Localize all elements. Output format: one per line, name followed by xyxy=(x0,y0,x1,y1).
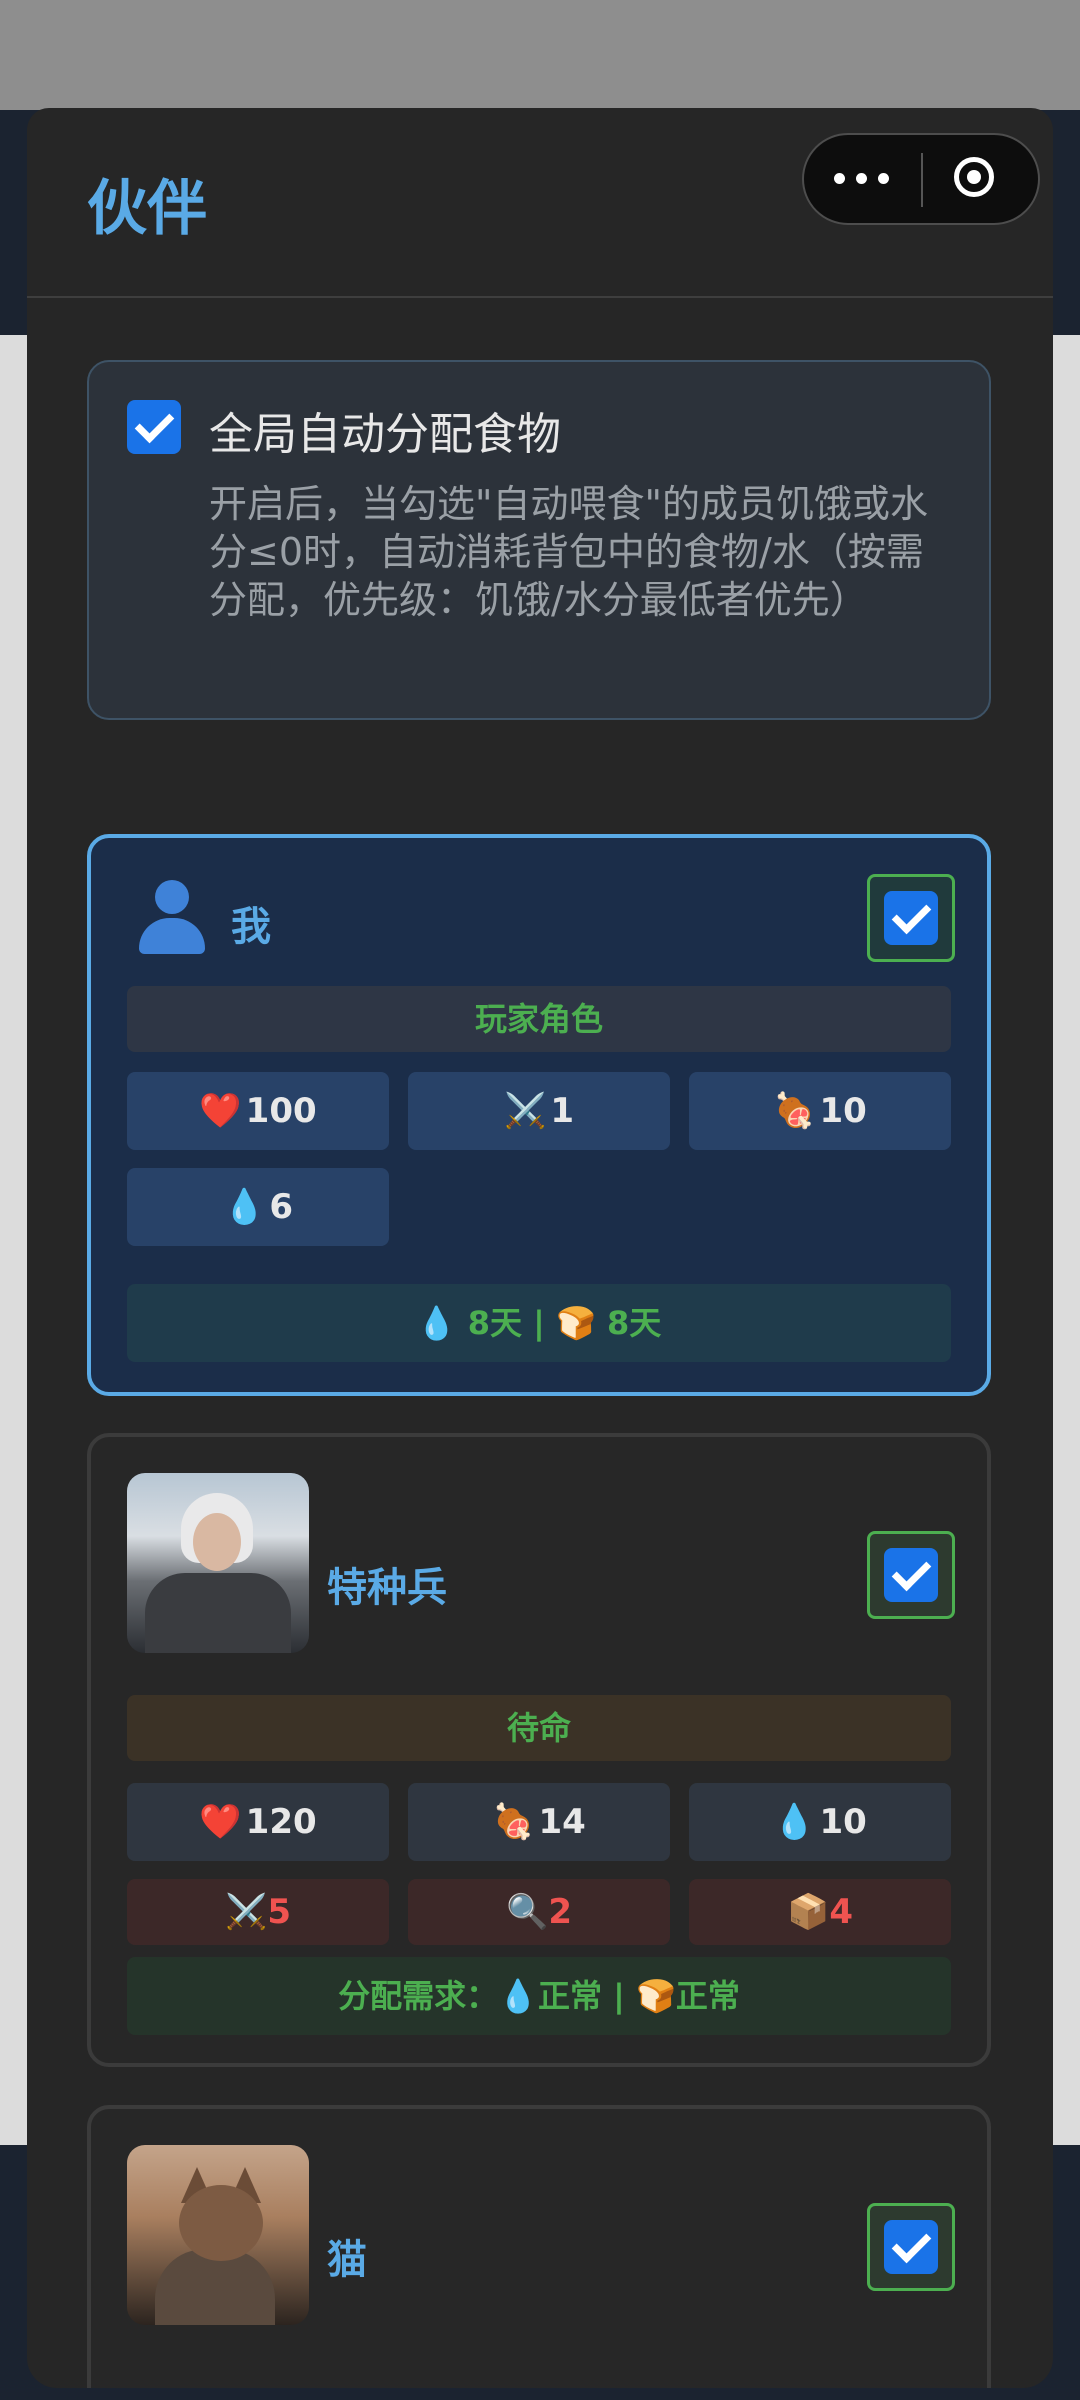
global-auto-feed-panel: 全局自动分配食物 开启后，当勾选"自动喂食"的成员饥饿或水分≤0时，自动消耗背包… xyxy=(87,360,991,720)
package-icon: 📦 xyxy=(786,1892,830,1932)
member-card-cat[interactable]: 猫 xyxy=(87,2105,991,2388)
member-card-me[interactable]: 我 玩家角色 ❤️ 100 ⚔️ 1 🍖 10 💧 6 💧 8天 | 🍞 8天 xyxy=(87,834,991,1396)
search-skill: 🔍2 xyxy=(408,1879,670,1945)
cat-portrait xyxy=(127,2145,309,2325)
member-name: 我 xyxy=(231,904,271,950)
combat-value: 5 xyxy=(267,1892,291,1932)
global-auto-feed-description: 开启后，当勾选"自动喂食"的成员饥饿或水分≤0时，自动消耗背包中的食物/水（按需… xyxy=(209,482,928,622)
water-stat: 💧 6 xyxy=(127,1168,389,1246)
carry-value: 4 xyxy=(829,1892,853,1932)
search-value: 2 xyxy=(548,1892,572,1932)
global-auto-feed-label: 全局自动分配食物 xyxy=(209,409,561,460)
member-name: 猫 xyxy=(327,2237,367,2283)
droplet-icon: 💧 xyxy=(222,1187,266,1227)
swords-icon: ⚔️ xyxy=(503,1091,547,1131)
swords-icon: ⚔️ xyxy=(224,1892,268,1932)
food-stat: 🍖 14 xyxy=(408,1783,670,1861)
water-stat: 💧 10 xyxy=(689,1783,951,1861)
auto-feed-toggle[interactable] xyxy=(867,1531,955,1619)
health-stat: ❤️ 120 xyxy=(127,1783,389,1861)
member-name: 特种兵 xyxy=(327,1565,447,1611)
capsule-divider xyxy=(921,153,923,207)
allocation-needs: 分配需求：💧正常 | 🍞正常 xyxy=(127,1957,951,2035)
soldier-portrait xyxy=(127,1473,309,1653)
health-stat: ❤️ 100 xyxy=(127,1072,389,1150)
companions-dialog: 伙伴 ✖ 全局自动分配食物 开启后，当勾选"自动喂食"的成员饥饿或水分≤0时，自… xyxy=(27,108,1053,2388)
person-icon xyxy=(135,880,207,956)
more-dots-icon[interactable] xyxy=(834,157,904,197)
dialog-title: 伙伴 xyxy=(87,174,207,244)
auto-feed-toggle[interactable] xyxy=(867,874,955,962)
member-status: 玩家角色 xyxy=(127,986,951,1052)
meat-icon: 🍖 xyxy=(492,1802,535,1842)
member-card-soldier[interactable]: 特种兵 待命 ❤️ 120 🍖 14 💧 10 ⚔️5 🔍2 📦4 分配需求：💧正常 … xyxy=(87,1433,991,2067)
combat-skill: ⚔️5 xyxy=(127,1879,389,1945)
auto-feed-checkbox[interactable] xyxy=(884,1548,938,1602)
food-stat: 🍖 10 xyxy=(689,1072,951,1150)
health-value: 100 xyxy=(245,1091,317,1131)
droplet-icon: 💧 xyxy=(773,1802,816,1842)
auto-feed-checkbox[interactable] xyxy=(884,891,938,945)
supply-days: 💧 8天 | 🍞 8天 xyxy=(127,1284,951,1362)
heart-icon: ❤️ xyxy=(199,1802,242,1842)
magnifier-icon: 🔍 xyxy=(505,1892,549,1932)
health-value: 120 xyxy=(245,1802,317,1842)
heart-icon: ❤️ xyxy=(199,1091,242,1131)
meat-icon: 🍖 xyxy=(773,1091,816,1131)
food-value: 10 xyxy=(819,1091,867,1131)
carry-skill: 📦4 xyxy=(689,1879,951,1945)
miniprogram-capsule xyxy=(802,133,1040,225)
target-icon[interactable] xyxy=(954,157,994,197)
auto-feed-toggle[interactable] xyxy=(867,2203,955,2291)
member-status: 待命 xyxy=(127,1695,951,1761)
global-auto-feed-checkbox[interactable] xyxy=(127,400,181,454)
auto-feed-checkbox[interactable] xyxy=(884,2220,938,2274)
attack-value: 1 xyxy=(550,1091,574,1131)
water-value: 10 xyxy=(819,1802,867,1842)
attack-stat: ⚔️ 1 xyxy=(408,1072,670,1150)
dialog-header: 伙伴 ✖ xyxy=(27,108,1053,298)
food-value: 14 xyxy=(538,1802,586,1842)
water-value: 6 xyxy=(269,1187,293,1227)
